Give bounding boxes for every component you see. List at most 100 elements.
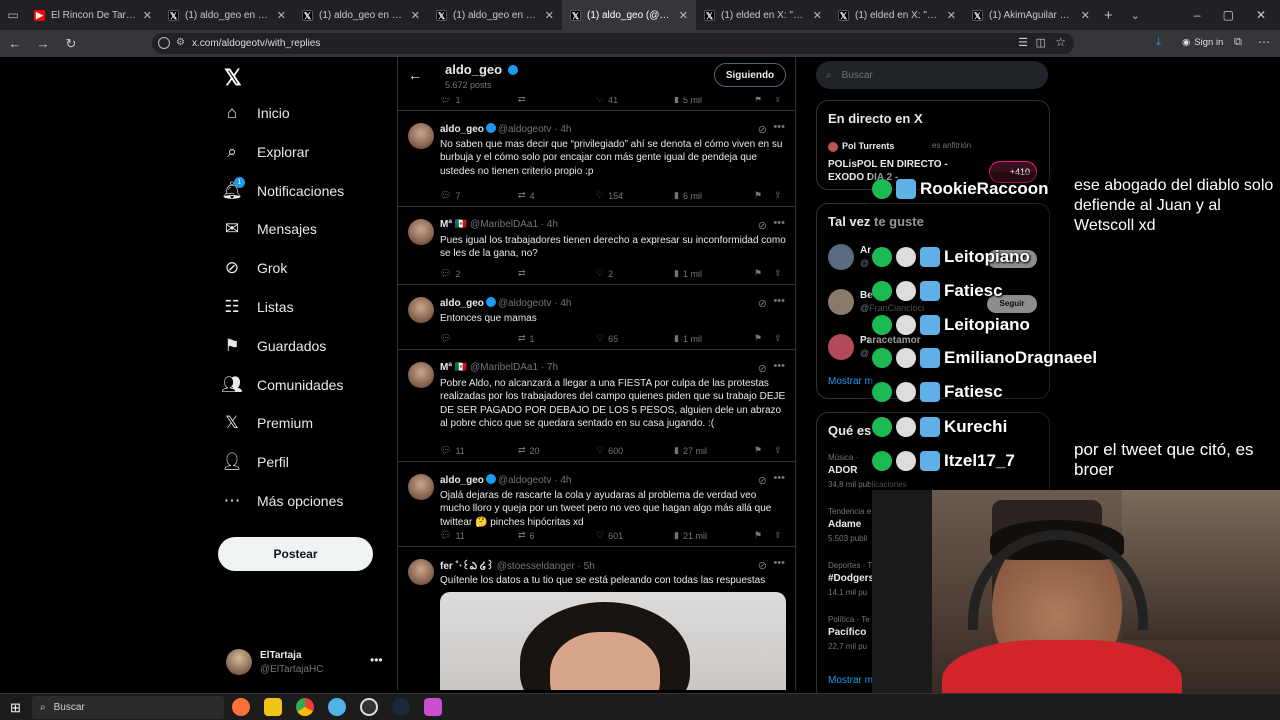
tab-close-icon[interactable]: ✕ bbox=[411, 9, 420, 22]
obs-icon[interactable] bbox=[360, 698, 378, 716]
suggest-avatar[interactable] bbox=[828, 244, 854, 270]
bookmark-icon[interactable]: ⚑ bbox=[754, 268, 762, 279]
like-action[interactable]: ♡ 154 bbox=[596, 190, 623, 201]
tweet-handle[interactable]: @stoesseldanger bbox=[497, 561, 575, 572]
tweet[interactable]: aldo_geo @aldogeotv · 4h ⊘ ••• Ojalá dejaras… bbox=[398, 462, 795, 547]
more-icon[interactable]: ••• bbox=[773, 121, 785, 133]
tab-close-icon[interactable]: ✕ bbox=[143, 9, 152, 22]
signin-button[interactable]: ◉ Sign in bbox=[1182, 37, 1223, 48]
nav-item-guardados[interactable]: ⚑ Guardados bbox=[222, 336, 326, 356]
nav-item-mensajes[interactable]: ✉ Mensajes bbox=[222, 219, 317, 239]
tweet-time[interactable]: 5h bbox=[584, 561, 595, 572]
more-icon[interactable]: ••• bbox=[773, 295, 785, 307]
nav-item-comunidades[interactable]: 👥︎ Comunidades bbox=[221, 375, 343, 395]
more-icon[interactable]: ••• bbox=[773, 472, 785, 484]
repost-action[interactable]: ⇄ bbox=[518, 268, 530, 279]
tweet-author[interactable]: aldo_geo bbox=[440, 475, 484, 486]
reply-action[interactable]: 💬︎ 11 bbox=[440, 445, 465, 456]
views-action[interactable]: ▮ 1 mil bbox=[674, 268, 702, 279]
maximize-icon[interactable]: ▢ bbox=[1223, 8, 1234, 22]
trend-name[interactable]: Adame bbox=[828, 519, 861, 530]
share-icon[interactable]: ⇪ bbox=[774, 268, 782, 279]
views-action[interactable]: ▮ 21 mil bbox=[674, 530, 707, 541]
tweet-author[interactable]: aldo_geo bbox=[440, 298, 484, 309]
tune-icon[interactable]: ⚙ bbox=[176, 37, 185, 48]
browser-tab[interactable]: 𝕏 (1) AkimAguilar en X: "Uff... ✕ bbox=[964, 0, 1098, 30]
more-icon[interactable]: ••• bbox=[773, 557, 785, 569]
browser-tab[interactable]: 𝕏 (1) aldo_geo en X: "Y se las... ✕ bbox=[160, 0, 294, 30]
bookmark-icon[interactable]: ⚑ bbox=[754, 445, 762, 456]
nav-item-notificaciones[interactable]: 1 🔔︎ Notificaciones bbox=[221, 176, 344, 201]
tab-list-icon[interactable]: ⌄ bbox=[1131, 9, 1140, 22]
tweet-time[interactable]: 7h bbox=[547, 362, 558, 373]
nav-item-listas[interactable]: ☷ Listas bbox=[222, 297, 293, 317]
forward-icon[interactable]: → bbox=[32, 36, 54, 51]
tweet-handle[interactable]: @aldogeotv bbox=[498, 124, 552, 135]
tweet-time[interactable]: 4h bbox=[560, 298, 571, 309]
bookmark-icon[interactable]: ⚑ bbox=[754, 190, 762, 201]
more-icon[interactable]: ••• bbox=[773, 217, 785, 229]
tweet[interactable]: aldo_geo @aldogeotv · 4h ⊘ ••• Entonces que … bbox=[398, 285, 795, 350]
chrome-icon[interactable] bbox=[296, 698, 314, 716]
app-icon[interactable] bbox=[424, 698, 442, 716]
address-bar[interactable]: ⚙ x.com/aldogeotv/with_replies ☰ ◫ ☆ bbox=[152, 33, 1074, 54]
like-action[interactable]: ♡ 600 bbox=[596, 445, 623, 456]
nav-item-explorar[interactable]: ⌕ Explorar bbox=[222, 142, 309, 162]
close-window-icon[interactable]: ✕ bbox=[1256, 8, 1266, 22]
ccleaner-icon[interactable] bbox=[328, 698, 346, 716]
share-icon[interactable]: ⇪ bbox=[774, 190, 782, 201]
tweet-handle[interactable]: @MaribelDAa1 bbox=[470, 219, 538, 230]
repost-action[interactable]: ⇄ 6 bbox=[518, 530, 535, 541]
tab-close-icon[interactable]: ✕ bbox=[1081, 9, 1090, 22]
tweet-author[interactable]: fer ˚‧꒰ఎ ໒꒱ bbox=[440, 561, 494, 572]
tab-close-icon[interactable]: ✕ bbox=[947, 9, 956, 22]
new-tab-icon[interactable]: + bbox=[1104, 7, 1113, 24]
browser-tab[interactable]: 𝕏 (1) elded en X: "La neta si s... ✕ bbox=[830, 0, 964, 30]
bookmark-icon[interactable]: ⚑ bbox=[754, 333, 762, 344]
tweet-avatar[interactable] bbox=[408, 219, 434, 245]
trend-name[interactable]: #Dodgers bbox=[828, 573, 874, 584]
repost-action[interactable]: ⇄ 4 bbox=[518, 190, 535, 201]
taskbar-search[interactable]: ⌕ Buscar bbox=[32, 696, 224, 719]
tweet-avatar[interactable] bbox=[408, 297, 434, 323]
browser-tab[interactable]: ▶ El Rincon De Tartaja - YouTube ✕ bbox=[26, 0, 160, 30]
grok-icon[interactable]: ⊘ bbox=[758, 123, 767, 136]
tweet-time[interactable]: 4h bbox=[547, 219, 558, 230]
nav-item-más-opciones[interactable]: ⋯ Más opciones bbox=[222, 491, 344, 511]
share-icon[interactable]: ⇪ bbox=[774, 445, 782, 456]
share-icon[interactable]: ⇪ bbox=[774, 530, 782, 541]
firefox-icon[interactable] bbox=[232, 698, 250, 716]
tweet-avatar[interactable] bbox=[408, 123, 434, 149]
browser-tab[interactable]: 𝕏 (1) aldo_geo (@aldogeotv) / X ✕ bbox=[562, 0, 696, 30]
nav-item-grok[interactable]: ⊘ Grok bbox=[222, 258, 287, 278]
more-icon[interactable]: ••• bbox=[773, 360, 785, 372]
nav-item-premium[interactable]: 𝕏 Premium bbox=[222, 413, 313, 433]
search-box[interactable]: ⌕ Buscar bbox=[816, 61, 1048, 89]
tab-close-icon[interactable]: ✕ bbox=[545, 9, 554, 22]
grok-icon[interactable]: ⊘ bbox=[758, 219, 767, 232]
post-button[interactable]: Postear bbox=[218, 537, 373, 571]
tab-close-icon[interactable]: ✕ bbox=[679, 9, 688, 22]
nav-item-perfil[interactable]: 👤︎ Perfil bbox=[221, 452, 289, 472]
tweet-avatar[interactable] bbox=[408, 474, 434, 500]
tweet-media-image[interactable] bbox=[440, 592, 786, 690]
grok-icon[interactable]: ⊘ bbox=[758, 362, 767, 375]
minimize-icon[interactable]: – bbox=[1194, 8, 1201, 22]
reply-action[interactable]: 💬︎ 7 bbox=[440, 190, 460, 201]
views-action[interactable]: ▮ 6 mil bbox=[674, 190, 702, 201]
reply-action[interactable]: 💬︎ bbox=[440, 333, 455, 344]
views-action[interactable]: ▮ 27 mil bbox=[674, 445, 707, 456]
tweet-avatar[interactable] bbox=[408, 362, 434, 388]
tweet[interactable]: aldo_geo @aldogeotv · 4h ⊘ ••• No saben que … bbox=[398, 111, 795, 207]
reply-action[interactable]: 💬︎ 2 bbox=[440, 268, 460, 279]
menu-icon[interactable]: ⋯ bbox=[1258, 35, 1270, 49]
account-more-icon[interactable]: ••• bbox=[370, 653, 383, 667]
bookmark-icon[interactable]: ⚑ bbox=[754, 530, 762, 541]
tweet-author[interactable]: aldo_geo bbox=[440, 124, 484, 135]
x-logo-icon[interactable]: 𝕏 bbox=[224, 65, 242, 91]
split-icon[interactable]: ◫ bbox=[1036, 36, 1046, 49]
trends-show-more[interactable]: Mostrar m bbox=[828, 675, 873, 686]
tweet[interactable]: Mª 🇲🇽 @MaribelDAa1 · 4h ⊘ ••• Pues igual lo… bbox=[398, 207, 795, 285]
start-icon[interactable]: ⊞ bbox=[10, 700, 21, 716]
tweet-time[interactable]: 4h bbox=[560, 475, 571, 486]
